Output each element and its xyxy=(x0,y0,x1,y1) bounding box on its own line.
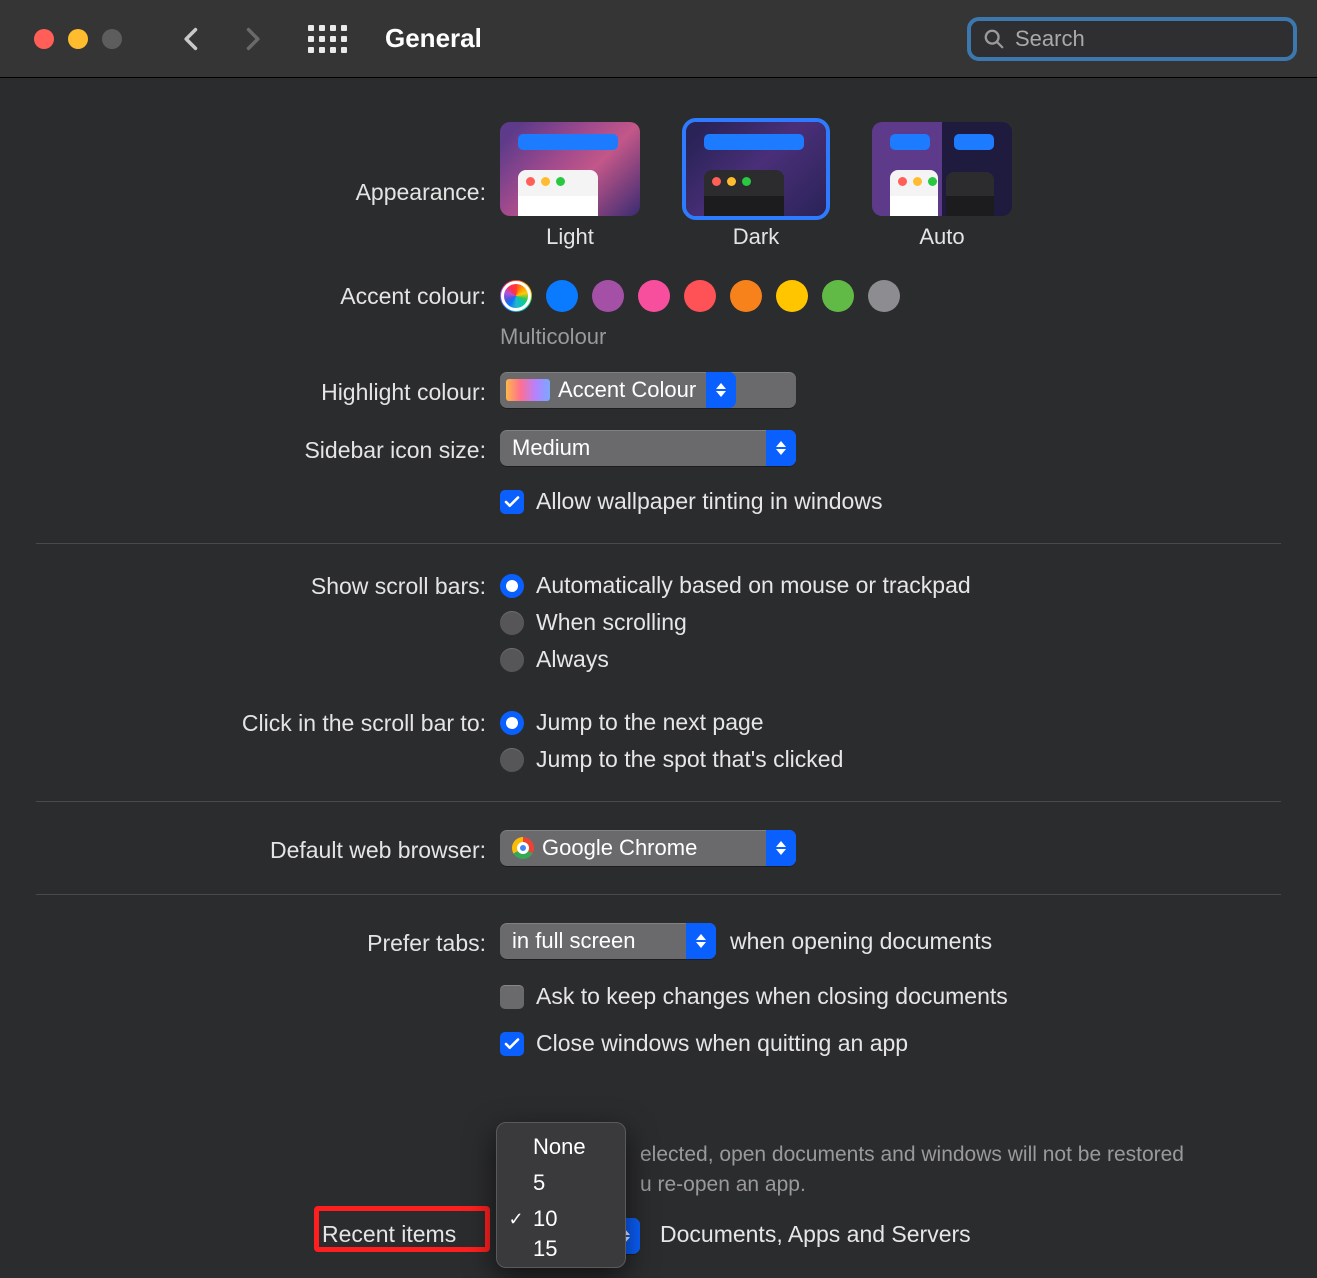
click-scrollbar-label: Click in the scroll bar to: xyxy=(0,709,500,739)
accent-selected-name: Multicolour xyxy=(500,324,606,350)
close-window-button[interactable] xyxy=(34,29,54,49)
prefer-tabs-label: Prefer tabs: xyxy=(0,923,500,959)
recent-items-label: Recent items xyxy=(322,1221,456,1248)
close-windows-note-line1: elected, open documents and windows will… xyxy=(640,1143,1184,1167)
prefer-tabs-value: in full screen xyxy=(512,928,636,954)
wallpaper-tint-checkbox[interactable] xyxy=(500,490,524,514)
recent-items-option-15[interactable]: 15 xyxy=(497,1237,625,1261)
scrollbars-label: Show scroll bars: xyxy=(0,572,500,602)
accent-purple[interactable] xyxy=(592,280,624,312)
highlight-label: Highlight colour: xyxy=(0,372,500,408)
close-windows-label: Close windows when quitting an app xyxy=(536,1030,908,1057)
window-controls xyxy=(34,29,122,49)
appearance-dark-label: Dark xyxy=(733,224,779,250)
zoom-window-button[interactable] xyxy=(102,29,122,49)
close-windows-note-line2: u re-open an app. xyxy=(640,1173,806,1197)
accent-label: Accent colour: xyxy=(0,278,500,312)
appearance-label: Appearance: xyxy=(0,122,500,208)
divider xyxy=(36,543,1281,544)
check-icon xyxy=(503,1035,521,1053)
appearance-auto-label: Auto xyxy=(919,224,964,250)
divider xyxy=(36,894,1281,895)
prefs-body: Appearance: Light Dark Auto Accent colou… xyxy=(0,78,1317,1278)
divider xyxy=(36,801,1281,802)
check-icon xyxy=(503,493,521,511)
appearance-option-dark[interactable]: Dark xyxy=(686,122,826,250)
default-browser-select[interactable]: Google Chrome xyxy=(500,830,796,866)
default-browser-value: Google Chrome xyxy=(542,835,697,861)
chevron-left-icon xyxy=(178,25,206,53)
ask-changes-label: Ask to keep changes when closing documen… xyxy=(536,983,1008,1010)
appearance-option-auto[interactable]: Auto xyxy=(872,122,1012,250)
sidebar-icon-label: Sidebar icon size: xyxy=(0,430,500,466)
forward-button[interactable] xyxy=(238,25,266,53)
prefer-tabs-select[interactable]: in full screen xyxy=(500,923,716,959)
recent-items-option-none[interactable]: None xyxy=(497,1129,625,1165)
accent-blue[interactable] xyxy=(546,280,578,312)
recent-items-option-10[interactable]: 10 xyxy=(497,1201,625,1237)
scrollbars-option-scrolling[interactable]: When scrolling xyxy=(500,609,971,636)
appearance-light-label: Light xyxy=(546,224,594,250)
search-field[interactable] xyxy=(967,17,1297,61)
search-icon xyxy=(983,28,1005,50)
recent-items-option-5[interactable]: 5 xyxy=(497,1165,625,1201)
accent-graphite[interactable] xyxy=(868,280,900,312)
sidebar-icon-select[interactable]: Medium xyxy=(500,430,796,466)
recent-items-menu[interactable]: None 5 10 15 xyxy=(496,1122,626,1268)
accent-swatches xyxy=(500,278,900,312)
accent-green[interactable] xyxy=(822,280,854,312)
accent-red[interactable] xyxy=(684,280,716,312)
titlebar: General xyxy=(0,0,1317,78)
default-browser-label: Default web browser: xyxy=(0,830,500,866)
back-button[interactable] xyxy=(178,25,206,53)
highlight-swatch-icon xyxy=(506,379,550,401)
accent-orange[interactable] xyxy=(730,280,762,312)
accent-yellow[interactable] xyxy=(776,280,808,312)
click-scrollbar-clicked-spot[interactable]: Jump to the spot that's clicked xyxy=(500,746,843,773)
click-scrollbar-next-page[interactable]: Jump to the next page xyxy=(500,709,843,736)
close-windows-checkbox[interactable] xyxy=(500,1032,524,1056)
search-input[interactable] xyxy=(1015,26,1303,52)
window-title: General xyxy=(385,23,482,54)
scrollbars-option-auto[interactable]: Automatically based on mouse or trackpad xyxy=(500,572,971,599)
chrome-icon xyxy=(512,837,534,859)
minimize-window-button[interactable] xyxy=(68,29,88,49)
wallpaper-tint-label: Allow wallpaper tinting in windows xyxy=(536,488,882,515)
appearance-option-light[interactable]: Light xyxy=(500,122,640,250)
accent-multicolour[interactable] xyxy=(500,280,532,312)
sidebar-icon-value: Medium xyxy=(512,435,590,461)
highlight-value: Accent Colour xyxy=(558,377,696,403)
chevron-right-icon xyxy=(238,25,266,53)
highlight-select[interactable]: Accent Colour xyxy=(500,372,796,408)
prefer-tabs-suffix: when opening documents xyxy=(730,928,992,955)
recent-items-suffix: Documents, Apps and Servers xyxy=(660,1221,971,1248)
show-all-button[interactable] xyxy=(308,25,347,53)
accent-pink[interactable] xyxy=(638,280,670,312)
ask-changes-checkbox[interactable] xyxy=(500,985,524,1009)
scrollbars-option-always[interactable]: Always xyxy=(500,646,971,673)
